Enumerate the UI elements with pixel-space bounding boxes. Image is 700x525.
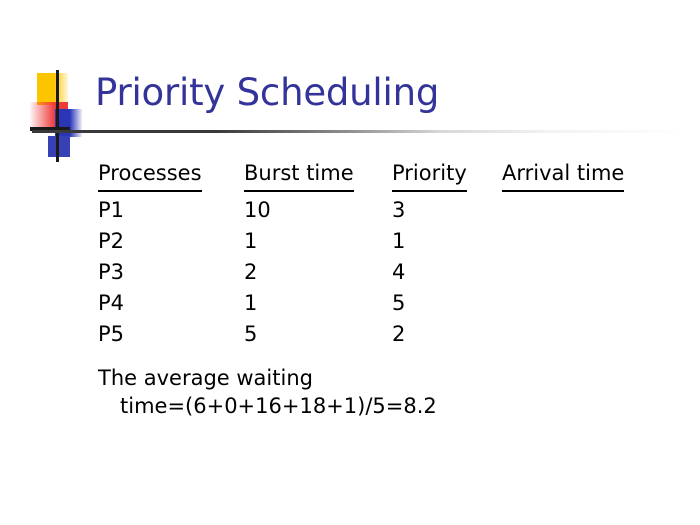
cell-arrival-time <box>502 226 643 257</box>
table-header-burst-time: Burst time <box>244 158 392 195</box>
table-row: P2 1 1 <box>98 226 643 257</box>
process-table: Processes Burst time Priority Arrival ti… <box>98 158 643 350</box>
cell-priority: 4 <box>392 260 406 284</box>
cell-priority: 5 <box>392 291 406 315</box>
cell-burst-time: 1 <box>244 229 258 253</box>
cell-priority: 2 <box>392 322 406 346</box>
cell-priority: 3 <box>392 198 406 222</box>
header-label-processes: Processes <box>98 158 202 192</box>
table-row: P3 2 4 <box>98 257 643 288</box>
header-label-priority: Priority <box>392 158 467 192</box>
cell-burst-time: 5 <box>244 322 258 346</box>
header-label-burst-time: Burst time <box>244 158 354 192</box>
table-header-priority: Priority <box>392 158 502 195</box>
cell-arrival-time <box>502 288 643 319</box>
cell-process: P2 <box>98 229 125 253</box>
summary-line-2: time=(6+0+16+18+1)/5=8.2 <box>120 394 437 418</box>
cell-arrival-time <box>502 257 643 288</box>
slide-body: Processes Burst time Priority Arrival ti… <box>98 158 678 420</box>
cell-priority: 1 <box>392 229 406 253</box>
table-row: P1 10 3 <box>98 195 643 226</box>
cell-arrival-time <box>502 195 643 226</box>
cell-burst-time: 1 <box>244 291 258 315</box>
table-header-row: Processes Burst time Priority Arrival ti… <box>98 158 643 195</box>
design-accent-decoration <box>30 70 82 162</box>
table-row: P4 1 5 <box>98 288 643 319</box>
accent-vertical-line <box>56 70 59 162</box>
table-header-processes: Processes <box>98 158 244 195</box>
title-divider <box>32 130 692 133</box>
table-header-arrival-time: Arrival time <box>502 158 643 195</box>
cell-burst-time: 2 <box>244 260 258 284</box>
cell-process: P4 <box>98 291 125 315</box>
table-row: P5 5 2 <box>98 319 643 350</box>
header-label-arrival-time: Arrival time <box>502 158 625 192</box>
summary-line-1: The average waiting <box>98 366 313 390</box>
cell-process: P1 <box>98 198 125 222</box>
cell-arrival-time <box>502 319 643 350</box>
cell-process: P3 <box>98 260 125 284</box>
slide-canvas: Priority Scheduling Processes Burst time <box>0 0 700 525</box>
cell-process: P5 <box>98 322 125 346</box>
slide-title: Priority Scheduling <box>95 71 440 114</box>
yellow-square-icon <box>37 73 68 105</box>
cell-burst-time: 10 <box>244 198 271 222</box>
blue-square-lower-icon <box>48 136 70 157</box>
average-waiting-time-summary: The average waiting time=(6+0+16+18+1)/5… <box>98 364 518 420</box>
